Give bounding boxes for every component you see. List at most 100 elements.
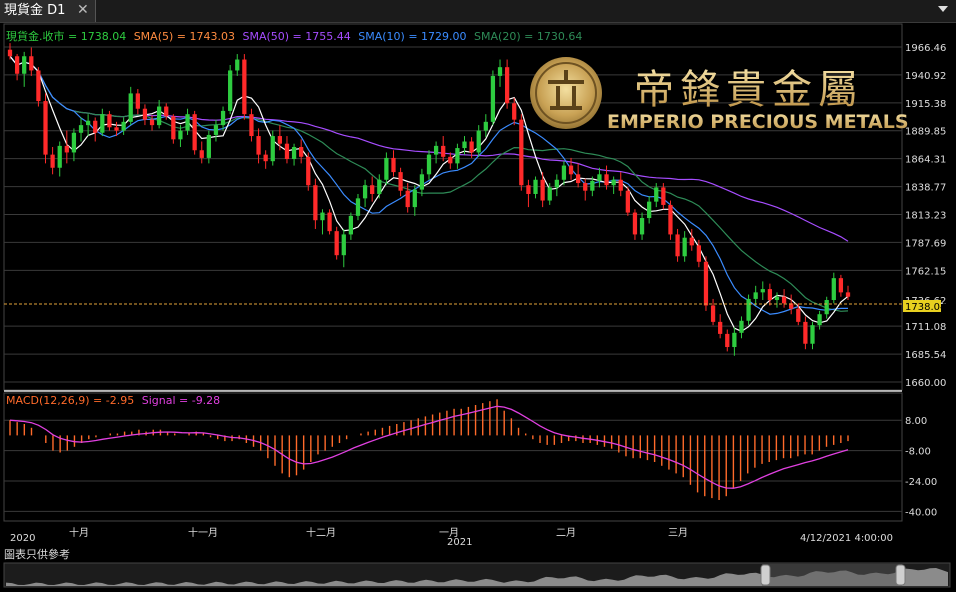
candle-body: [433, 145, 439, 155]
candle-body: [57, 145, 62, 168]
price-tick-label: 1915.38: [905, 99, 946, 110]
candle-body: [682, 237, 687, 257]
candle-body: [334, 231, 339, 256]
candle-body: [50, 154, 55, 168]
candle-body: [14, 56, 20, 74]
logo-english-name: EMPERIO PRECIOUS METALS: [607, 111, 909, 133]
candle-body: [284, 143, 290, 160]
candle-body: [583, 183, 588, 191]
candle-body: [739, 320, 744, 333]
price-tick-label: 1864.31: [905, 155, 946, 166]
logo-chinese-name: 帝鋒貴金屬: [634, 67, 864, 113]
candle-body: [348, 215, 354, 235]
legend-signal: Signal = -9.28: [142, 394, 220, 407]
candle-body: [632, 212, 638, 235]
legend-close: 現貨金.收市 = 1738.04: [6, 29, 126, 43]
candle-body: [668, 204, 673, 235]
month-nov: 十一月: [188, 526, 218, 539]
candle-body: [370, 185, 375, 194]
candle-body: [412, 189, 417, 208]
candle-body: [341, 234, 346, 256]
candle-body: [107, 114, 112, 128]
candle-body: [441, 145, 446, 157]
candle-body: [838, 278, 844, 293]
macd-tick-label: -24.00: [905, 477, 937, 488]
candle-body: [185, 114, 190, 131]
candle-body: [725, 333, 730, 348]
candle-body: [831, 278, 836, 301]
candle-body: [71, 132, 77, 153]
candle-body: [561, 165, 567, 180]
main-legend: 現貨金.收市 = 1738.04 SMA(5) = 1743.03 SMA(50…: [6, 29, 582, 43]
candle-body: [746, 298, 751, 321]
time-axis[interactable]: 2020 十月 十一月 十二月 一月 2021 二月 三月 4/12/2021 …: [10, 526, 893, 548]
candle-body: [263, 154, 268, 162]
legend-sma20: SMA(20) = 1730.64: [474, 30, 582, 43]
legend-macd: MACD(12,26,9) = -2.95: [6, 394, 134, 407]
price-tick-label: 1711.08: [905, 322, 946, 333]
navigator-right-handle[interactable]: [895, 564, 906, 586]
month-feb: 二月: [556, 527, 576, 539]
year-2021: 2021: [447, 537, 472, 548]
candle-body: [313, 185, 318, 221]
candle-body: [696, 245, 701, 262]
price-tick-label: 1685.54: [905, 350, 946, 361]
candle-body: [625, 190, 630, 213]
candle-body: [384, 157, 389, 180]
legend-sma50: SMA(50) = 1755.44: [242, 30, 350, 43]
candle-body: [654, 187, 659, 202]
chart-canvas[interactable]: 帝鋒貴金屬 EMPERIO PRECIOUS METALS 現貨金.收市 = 1…: [0, 0, 956, 592]
candle-body: [377, 179, 382, 194]
legend-sma5: SMA(5) = 1743.03: [134, 30, 235, 43]
macd-tick-label: -8.00: [905, 447, 931, 458]
candle-body: [504, 67, 510, 104]
candle-body: [803, 321, 808, 344]
candle-body: [270, 136, 275, 162]
candle-body: [647, 201, 652, 219]
candle-body: [142, 108, 148, 120]
candle-body: [732, 332, 737, 348]
candle-body: [469, 141, 474, 153]
candle-body: [540, 179, 545, 201]
navigator-scrollbar[interactable]: [3, 562, 951, 588]
candle-body: [398, 172, 403, 191]
candle-body: [29, 56, 34, 71]
candle-body: [455, 148, 460, 164]
navigator-left-handle[interactable]: [760, 564, 771, 586]
candle-body: [43, 101, 48, 155]
candle-body: [405, 190, 410, 208]
candle-body: [235, 59, 240, 71]
candle-body: [320, 212, 325, 221]
candle-body: [533, 179, 538, 194]
price-axis[interactable]: 1966.46 1940.92 1915.38 1889.85 1864.31 1838.…: [905, 43, 946, 389]
navigator-window[interactable]: [762, 564, 902, 586]
price-tick-label: 1966.46: [905, 43, 946, 54]
candle-body: [618, 179, 623, 191]
candle-body: [490, 75, 496, 122]
candle-body: [760, 289, 765, 293]
macd-axis[interactable]: 8.00 -8.00 -24.00 -40.00: [905, 416, 937, 518]
candle-body: [703, 261, 709, 306]
candle-body: [554, 179, 559, 188]
price-tick-label: 1838.77: [905, 183, 946, 194]
macd-legend: MACD(12,26,9) = -2.95 Signal = -9.28: [6, 394, 220, 407]
macd-plot-frame: [3, 392, 903, 522]
candle-body: [817, 314, 822, 326]
candle-body: [213, 125, 219, 135]
candle-body: [249, 114, 254, 137]
candle-body: [100, 114, 105, 133]
month-oct: 十月: [69, 526, 89, 539]
candle-body: [114, 127, 119, 131]
candle-body: [7, 49, 13, 57]
month-mar: 三月: [668, 527, 688, 539]
candle-body: [611, 179, 616, 186]
candle-body: [220, 110, 226, 126]
candle-body: [845, 292, 851, 297]
candle-body: [689, 237, 694, 246]
candle-body: [426, 154, 432, 175]
legend-sma10: SMA(10) = 1729.00: [358, 30, 466, 43]
price-tick-label: 1889.85: [905, 127, 946, 138]
candle-body: [128, 93, 133, 122]
candle-body: [568, 165, 574, 175]
candle-body: [675, 234, 680, 257]
